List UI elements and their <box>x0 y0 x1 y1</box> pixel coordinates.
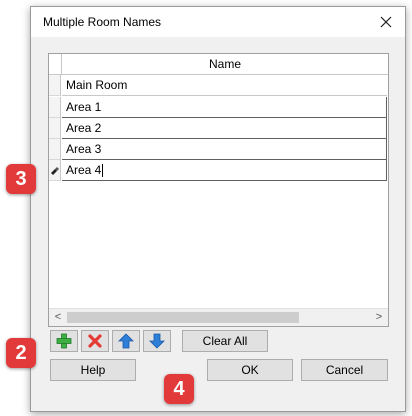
add-row-button[interactable] <box>50 330 78 352</box>
close-icon <box>380 16 392 28</box>
table-row-editing[interactable]: Area 4 <box>49 160 388 181</box>
text-cursor <box>102 164 104 178</box>
table-row[interactable]: Area 1 <box>49 97 388 118</box>
close-button[interactable] <box>377 13 395 31</box>
scroll-thumb[interactable] <box>67 312 299 323</box>
help-button[interactable]: Help <box>50 359 136 381</box>
table-row[interactable]: Area 2 <box>49 118 388 139</box>
horizontal-scrollbar[interactable]: < > <box>49 308 388 326</box>
row-selector[interactable] <box>49 160 61 181</box>
row-selector[interactable] <box>49 97 61 118</box>
name-cell[interactable]: Main Room <box>62 75 387 96</box>
name-cell-text: Area 4 <box>66 163 102 177</box>
name-cell[interactable]: Area 2 <box>62 118 387 139</box>
row-selector[interactable] <box>49 118 61 139</box>
move-up-button[interactable] <box>112 330 140 352</box>
delete-row-button[interactable] <box>81 330 109 352</box>
blue-up-arrow-icon <box>118 333 134 349</box>
blue-down-arrow-icon <box>149 333 165 349</box>
callout-badge-2: 2 <box>6 338 36 368</box>
row-selector[interactable] <box>49 139 61 160</box>
table-row[interactable]: Main Room <box>49 75 388 96</box>
cancel-button[interactable]: Cancel <box>301 359 388 381</box>
callout-badge-3: 3 <box>6 164 36 194</box>
dialog-title: Multiple Room Names <box>43 15 162 29</box>
red-x-icon <box>88 334 102 348</box>
scroll-right-arrow[interactable]: > <box>371 310 387 325</box>
table-row[interactable]: Area 3 <box>49 139 388 160</box>
grid-corner <box>49 54 62 74</box>
ok-button[interactable]: OK <box>207 359 293 381</box>
name-cell[interactable]: Area 1 <box>62 97 387 118</box>
move-down-button[interactable] <box>143 330 171 352</box>
multiple-room-names-dialog: Multiple Room Names Name Main Room Area … <box>30 6 406 412</box>
scroll-left-arrow[interactable]: < <box>50 310 66 325</box>
clear-all-button[interactable]: Clear All <box>182 330 268 352</box>
column-header-name[interactable]: Name <box>62 54 388 74</box>
name-cell-editing[interactable]: Area 4 <box>62 160 387 181</box>
title-bar: Multiple Room Names <box>31 7 405 37</box>
green-plus-icon <box>56 333 72 349</box>
room-names-grid[interactable]: Name Main Room Area 1 Area 2 Area 3 Area… <box>48 53 389 327</box>
row-selector[interactable] <box>49 75 61 96</box>
name-cell[interactable]: Area 3 <box>62 139 387 160</box>
edit-pencil-icon <box>51 167 59 175</box>
callout-badge-4: 4 <box>164 374 194 404</box>
grid-header: Name <box>49 54 388 75</box>
